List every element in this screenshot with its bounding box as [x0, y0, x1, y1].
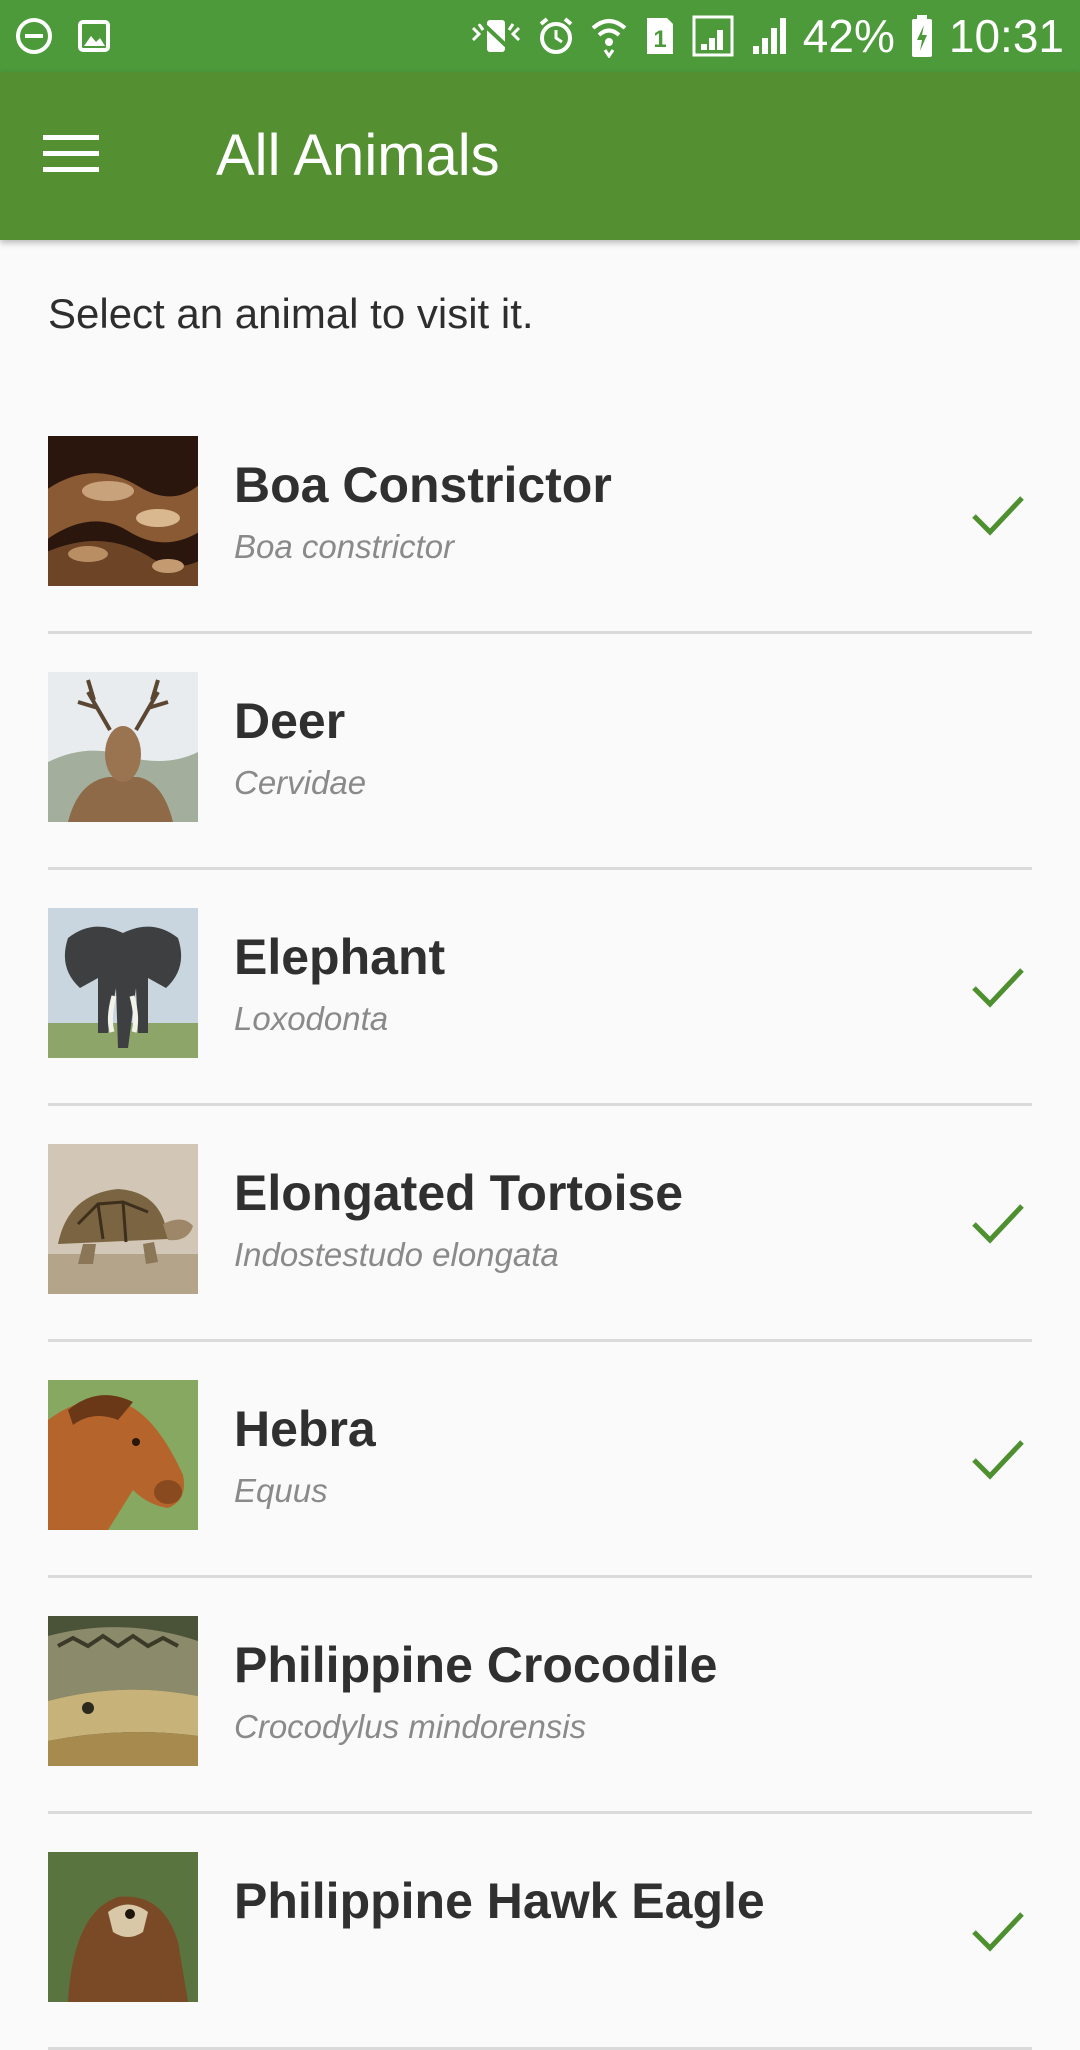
tortoise-thumbnail [48, 1144, 198, 1294]
list-item-deer[interactable]: Deer Cervidae [48, 634, 1032, 870]
snake-thumbnail [48, 436, 198, 586]
animal-list: Boa Constrictor Boa constrictor Deer Cer… [48, 398, 1032, 2050]
animal-scientific-name: Crocodylus mindorensis [234, 1708, 587, 1745]
visited-check-icon [970, 1194, 1026, 1250]
visited-check-icon [970, 1902, 1026, 1958]
animal-name: Philippine Hawk Eagle [234, 1873, 765, 1929]
animal-scientific-name: Boa constrictor [234, 528, 455, 565]
animal-name: Hebra [234, 1401, 376, 1457]
status-right-icons: 1 42% 10:31 [469, 0, 1064, 72]
alarm-icon [537, 16, 575, 56]
animal-name: Boa Constrictor [234, 457, 612, 513]
list-item-elephant[interactable]: Elephant Loxodonta [48, 870, 1032, 1106]
animal-name: Elongated Tortoise [234, 1165, 684, 1221]
crocodile-thumbnail [48, 1616, 198, 1766]
intro-text: Select an animal to visit it. [48, 290, 534, 337]
visited-check-icon [970, 958, 1026, 1014]
animal-scientific-name: Equus [234, 1472, 328, 1509]
animal-name: Elephant [234, 929, 446, 985]
clock: 10:31 [948, 10, 1064, 62]
app-bar: All Animals [0, 72, 1080, 240]
visited-check-icon [970, 1430, 1026, 1486]
signal-icon [691, 14, 735, 58]
horse-thumbnail [48, 1380, 198, 1530]
page-title: All Animals [216, 123, 500, 188]
animal-scientific-name: Indostestudo elongata [234, 1236, 559, 1273]
battery-percent: 42% [802, 10, 895, 62]
menu-button[interactable] [28, 116, 116, 196]
animal-name: Philippine Crocodile [234, 1637, 718, 1693]
status-left-icons [14, 16, 114, 56]
visited-check-icon [970, 486, 1026, 542]
vibrate-icon [469, 14, 523, 58]
image-icon [74, 16, 114, 56]
eagle-thumbnail [48, 1852, 198, 2002]
list-item-elongated-tortoise[interactable]: Elongated Tortoise Indostestudo elongata [48, 1106, 1032, 1342]
elephant-thumbnail [48, 908, 198, 1058]
sim-slot-label: 1 [653, 26, 666, 53]
list-item-boa-constrictor[interactable]: Boa Constrictor Boa constrictor [48, 398, 1032, 634]
hamburger-menu-icon [43, 133, 101, 180]
list-item-hebra[interactable]: Hebra Equus [48, 1342, 1032, 1578]
animal-scientific-name: Cervidae [234, 764, 367, 801]
list-item-philippine-crocodile[interactable]: Philippine Crocodile Crocodylus mindoren… [48, 1578, 1032, 1814]
deer-thumbnail [48, 672, 198, 822]
animal-scientific-name: Loxodonta [234, 1000, 389, 1037]
list-item-philippine-hawk-eagle[interactable]: Philippine Hawk Eagle [48, 1814, 1032, 2050]
status-bar: 1 42% 10:31 [0, 0, 1080, 72]
animal-name: Deer [234, 693, 346, 749]
sim-icon: 1 [643, 14, 677, 58]
signal-icon [749, 14, 789, 58]
do-not-disturb-icon [14, 16, 54, 56]
wifi-icon [589, 14, 629, 58]
battery-charging-icon [909, 13, 935, 59]
